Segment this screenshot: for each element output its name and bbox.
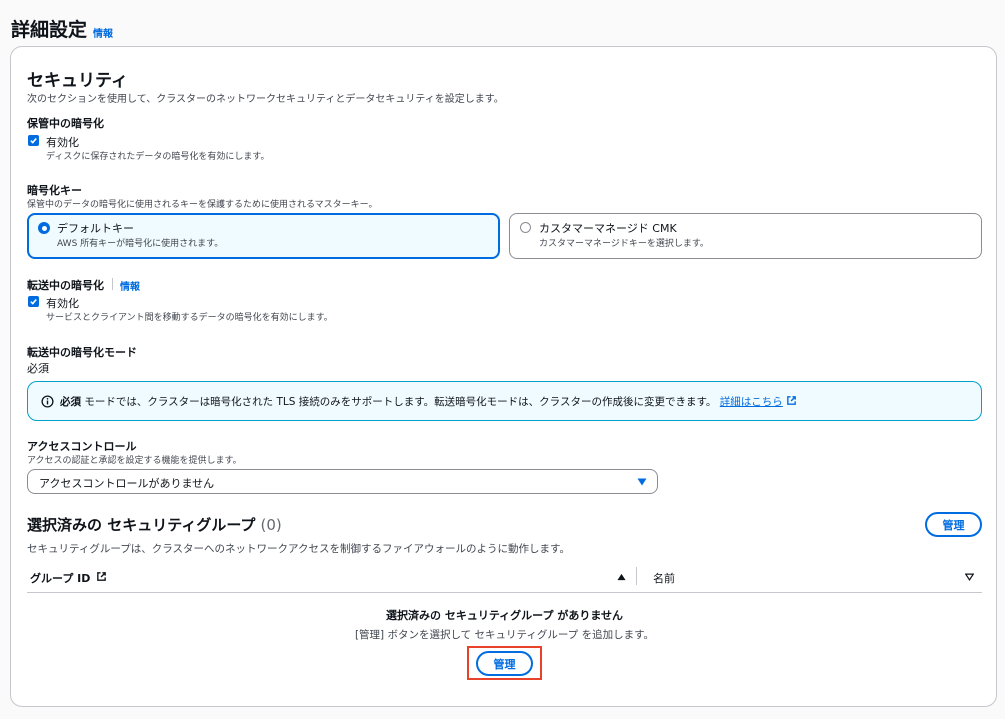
customer-managed-cmk-radio[interactable] [520,222,531,233]
external-link-icon[interactable] [786,395,797,406]
alert-message: 必須 モードでは、クラスターは暗号化された TLS 接続のみをサポートします。転… [60,394,797,409]
encryption-key-description: 保管中のデータの暗号化に使用されるキーを保護するために使用されるマスターキー。 [27,200,378,210]
checkmark-icon [30,137,37,144]
sort-icon[interactable] [965,573,974,581]
customer-managed-cmk-desc: カスタマーマネージドキーを選択します。 [539,239,709,249]
manage-button[interactable]: 管理 [925,512,982,537]
empty-state-title: 選択済みの セキュリティグループ がありません [385,609,623,622]
column-header-name[interactable]: 名前 [653,570,675,586]
access-control-description: アクセスの認証と承認を設定する機能を提供します。 [27,456,242,466]
default-key-desc: AWS 所有キーが暗号化に使用されます。 [57,239,224,249]
default-key-radio[interactable] [38,222,50,234]
encryption-at-rest-checkbox-label: 有効化 [46,136,79,149]
section-description: 次のセクションを使用して、クラスターのネットワークセキュリティとデータセキュリテ… [27,94,504,105]
checkmark-icon [30,298,37,305]
transit-mode-label: 転送中の暗号化モード [27,346,137,359]
learn-more-link[interactable]: 詳細はこちら [720,396,783,408]
table-header-divider [27,592,982,593]
page-title: 詳細設定 [11,19,88,41]
encryption-in-transit-checkbox[interactable] [28,296,39,307]
empty-state-description: [管理] ボタンを選択して セキュリティグループ を追加します。 [354,629,655,641]
alert-bold-text: 必須 [60,396,81,408]
default-key-label: デフォルトキー [57,222,134,235]
alert-text: モードでは、クラスターは暗号化された TLS 接続のみをサポートします。転送暗号… [84,396,717,408]
security-groups-title: 選択済みの セキュリティグループ [27,516,256,534]
customer-managed-cmk-label: カスタマーマネージド CMK [539,222,677,235]
encryption-in-transit-info-link[interactable]: 情報 [120,278,140,293]
info-icon [41,395,54,408]
caret-down-icon [637,478,647,486]
access-control-selected-value: アクセスコントロールがありません [39,477,215,490]
external-link-icon [97,572,106,581]
column-header-group-id[interactable]: グループ ID [30,570,90,586]
column-divider [636,567,637,585]
security-groups-count: (0) [260,516,282,534]
encryption-in-transit-checkbox-desc: サービスとクライアント間を移動するデータの暗号化を有効にします。 [46,313,333,323]
sort-ascending-icon[interactable] [617,573,626,581]
page-info-link[interactable]: 情報 [93,25,113,40]
encryption-at-rest-label: 保管中の暗号化 [27,117,104,130]
encryption-key-label: 暗号化キー [27,184,82,197]
label-divider [112,278,113,290]
security-groups-description: セキュリティグループは、クラスターへのネットワークアクセスを制御するファイアウォ… [27,543,570,555]
encryption-at-rest-checkbox-desc: ディスクに保存されたデータの暗号化を有効にします。 [46,152,270,162]
empty-state-manage-button[interactable]: 管理 [476,651,533,676]
encryption-in-transit-checkbox-label: 有効化 [46,297,79,310]
security-groups-heading: 選択済みの セキュリティグループ (0) [27,514,282,535]
encryption-at-rest-checkbox[interactable] [28,135,39,146]
section-title: セキュリティ [27,71,128,91]
encryption-in-transit-label: 転送中の暗号化 [27,279,104,292]
access-control-label: アクセスコントロール [27,440,137,453]
transit-mode-value: 必須 [27,362,49,375]
